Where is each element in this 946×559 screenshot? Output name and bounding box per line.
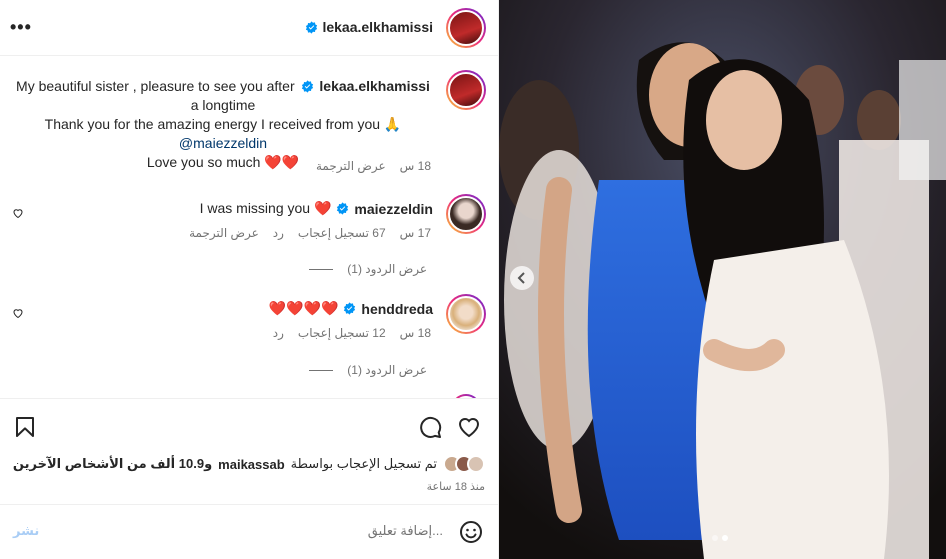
- comments-list[interactable]: My beautiful sister , pleasure to see yo…: [0, 57, 499, 398]
- photo-illustration: [499, 0, 946, 559]
- caption-line-2: a longtime: [190, 97, 256, 113]
- comment-1-view-replies[interactable]: عرض الردود (1): [309, 262, 427, 276]
- caption-line-1: My beautiful sister , pleasure to see yo…: [16, 78, 295, 94]
- comment-like-icon[interactable]: [12, 307, 24, 319]
- comment-2-meta: 18 س 12 تسجيل إعجاب رد: [273, 326, 431, 340]
- comment-2-time: 18 س: [399, 326, 431, 340]
- post-comment-button[interactable]: نشر: [13, 523, 39, 539]
- instagram-post-view: ••• lekaa.elkhamissi My beautiful sister…: [0, 0, 946, 559]
- comment-1-translate-button[interactable]: عرض الترجمة: [189, 226, 259, 240]
- verified-badge-icon: [301, 80, 313, 93]
- caption-author[interactable]: lekaa.elkhamissi: [319, 78, 430, 94]
- comment-1-likes[interactable]: 67 تسجيل إعجاب: [298, 226, 386, 240]
- comment-1-time: 17 س: [399, 226, 431, 240]
- comment-icon[interactable]: [418, 415, 442, 439]
- caption-meta: 18 س عرض الترجمة: [316, 159, 431, 173]
- post-header: ••• lekaa.elkhamissi: [0, 0, 499, 56]
- post-author-name[interactable]: lekaa.elkhamissi: [322, 19, 433, 35]
- comment-1-view-replies-label[interactable]: عرض الردود (1): [347, 262, 427, 276]
- comment-2-user[interactable]: henddreda: [361, 301, 433, 317]
- post-actions: تم تسجيل الإعجاب بواسطة maikassab و10.9 …: [0, 398, 499, 504]
- carousel-indicator: [712, 535, 728, 541]
- likes-suffix[interactable]: و10.9 ألف من الأشخاص الآخرين: [13, 456, 212, 472]
- carousel-dot: [712, 535, 718, 541]
- comment-1-text: I was missing you ❤️: [199, 200, 332, 216]
- emoji-icon[interactable]: [459, 520, 483, 544]
- caption-time: 18 س: [399, 159, 431, 173]
- post-photo[interactable]: [499, 0, 946, 559]
- carousel-dot-active: [722, 535, 728, 541]
- verified-badge-icon: [344, 302, 356, 315]
- more-options-icon[interactable]: •••: [10, 18, 32, 36]
- comment-avatar-henddreda[interactable]: [446, 294, 486, 334]
- verified-badge-icon: [337, 202, 349, 215]
- comment-2-view-replies[interactable]: عرض الردود (1): [309, 363, 427, 377]
- comment-like-icon[interactable]: [12, 207, 24, 219]
- comment-1: I was missing you ❤️ maiezzeldin: [200, 200, 433, 217]
- comment-2-text: ❤️❤️❤️❤️: [268, 300, 339, 316]
- comment-2-view-replies-label[interactable]: عرض الردود (1): [347, 363, 427, 377]
- chevron-left-icon: [517, 272, 525, 284]
- liker-username[interactable]: maikassab: [218, 457, 285, 472]
- like-icon[interactable]: [457, 415, 481, 439]
- likes-summary[interactable]: تم تسجيل الإعجاب بواسطة maikassab و10.9 …: [13, 455, 485, 473]
- previous-photo-button[interactable]: [510, 266, 534, 290]
- comment-1-user[interactable]: maiezzeldin: [354, 201, 433, 217]
- post-caption: My beautiful sister , pleasure to see yo…: [13, 77, 433, 172]
- post-time: منذ 18 ساعة: [426, 481, 485, 493]
- replies-divider: [309, 369, 334, 371]
- replies-divider: [309, 268, 334, 270]
- caption-translate-button[interactable]: عرض الترجمة: [316, 159, 386, 173]
- comment-2: ❤️❤️❤️❤️ henddreda: [269, 300, 433, 317]
- caption-author-avatar[interactable]: [446, 70, 486, 110]
- comment-1-reply-button[interactable]: رد: [273, 226, 284, 240]
- comment-avatar-maiezzeldin[interactable]: [446, 194, 486, 234]
- liker-avatars: [443, 455, 485, 473]
- comment-2-reply-button[interactable]: رد: [273, 326, 284, 340]
- comment-input[interactable]: إضافة تعليق...: [368, 523, 443, 539]
- caption-mention[interactable]: @maiezzeldin: [13, 134, 433, 153]
- author-avatar[interactable]: [446, 8, 486, 48]
- post-author[interactable]: lekaa.elkhamissi: [305, 19, 433, 35]
- save-icon[interactable]: [13, 415, 37, 439]
- verified-badge-icon: [306, 20, 318, 34]
- comment-1-meta: 17 س 67 تسجيل إعجاب رد عرض الترجمة: [189, 226, 431, 240]
- caption-line-3: Thank you for the amazing energy I recei…: [44, 116, 402, 132]
- post-details-panel: ••• lekaa.elkhamissi My beautiful sister…: [0, 0, 499, 559]
- add-comment-bar: نشر إضافة تعليق...: [0, 504, 499, 559]
- comment-2-likes[interactable]: 12 تسجيل إعجاب: [298, 326, 386, 340]
- likes-prefix: تم تسجيل الإعجاب بواسطة: [290, 456, 437, 471]
